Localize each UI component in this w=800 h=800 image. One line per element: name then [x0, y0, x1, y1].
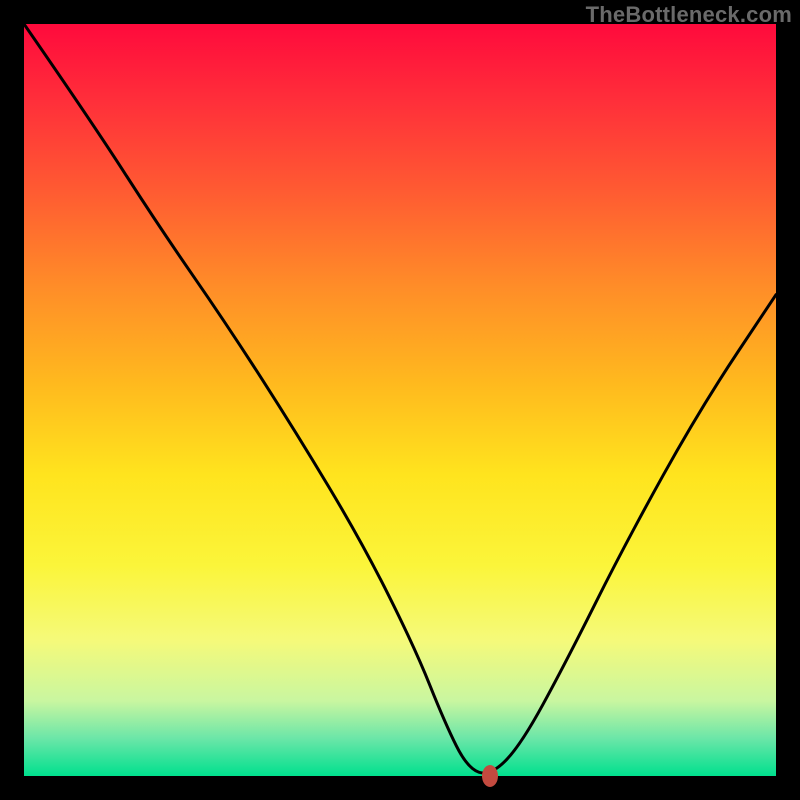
chart-frame: TheBottleneck.com	[0, 0, 800, 800]
curve-layer	[24, 24, 776, 776]
plot-area	[24, 24, 776, 776]
optimum-marker	[482, 765, 498, 787]
bottleneck-curve	[24, 24, 776, 773]
